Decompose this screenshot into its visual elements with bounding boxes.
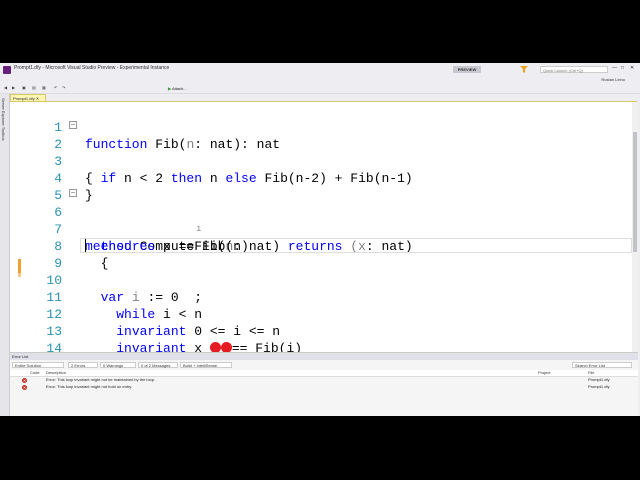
signed-in-user[interactable]: Rustan Leino	[601, 76, 625, 84]
title-bar: Prompt1.dfy - Microsoft Visual Studio Pr…	[0, 63, 640, 76]
column-file[interactable]: File	[588, 370, 594, 376]
code-line: 12 invariant 0 <= i <= n	[10, 289, 632, 339]
messages-filter-button[interactable]: 0 of 2 Messages	[138, 362, 178, 368]
undo-icon[interactable]: ↶	[54, 85, 57, 91]
save-icon[interactable]: ▦	[42, 85, 46, 91]
error-list-title: Error List	[10, 353, 638, 360]
scope-dropdown[interactable]: Entire Solution	[12, 362, 64, 368]
standard-toolbar: ◀ ▶ ▣ ▤ ▦ ↶ ↷ ▶ Attach...	[0, 84, 640, 94]
code-line: 4 }	[10, 153, 632, 203]
preview-badge: PREVIEW	[453, 66, 481, 73]
ide-window: Prompt1.dfy - Microsoft Visual Studio Pr…	[0, 63, 640, 416]
code-line: 3 if n < 2 then n else Fib(n-2) + Fib(n-…	[10, 136, 632, 186]
collapse-icon[interactable]: −	[69, 189, 77, 198]
error-icon: ✕	[22, 378, 27, 383]
error-description: Error: This loop invariant might not be …	[46, 377, 156, 382]
minimize-button[interactable]: —	[612, 65, 617, 71]
quick-launch-input[interactable]: Quick Launch (Ctrl+Q)	[540, 66, 608, 73]
forward-icon[interactable]: ▶	[12, 85, 15, 91]
code-line: 5	[10, 170, 632, 203]
error-list-header: Code Description Project File	[10, 370, 638, 377]
code-line-current[interactable]: 9	[10, 238, 632, 271]
left-tool-strip: Server Explorer Toolbox	[0, 94, 10, 416]
scrollbar-thumb[interactable]	[633, 132, 637, 252]
close-button[interactable]: ✕	[630, 65, 634, 71]
server-explorer-toolbox-tabs[interactable]: Server Explorer Toolbox	[1, 98, 6, 141]
code-line: 1 function Fib(n: nat): nat	[10, 102, 632, 152]
new-project-icon[interactable]: ▣	[22, 85, 26, 91]
notification-flag-icon[interactable]	[520, 66, 528, 73]
current-line-highlight	[80, 238, 632, 253]
open-icon[interactable]: ▤	[32, 85, 36, 91]
window-title: Prompt1.dfy - Microsoft Visual Studio Pr…	[14, 65, 170, 71]
text-caret	[85, 239, 86, 252]
code-line: 7 ensures x == Fib(n)	[10, 204, 632, 254]
back-icon[interactable]: ◀	[4, 85, 7, 91]
code-line: 2 − {	[10, 119, 632, 186]
error-row[interactable]: ✕ Error: This loop invariant might not b…	[10, 377, 638, 383]
code-line: 14 {	[10, 323, 632, 373]
visual-studio-logo-icon	[3, 66, 11, 74]
error-file: Prompt1.dfy	[588, 377, 610, 382]
error-list-panel: Error List Entire Solution 2 Errors 0 Wa…	[10, 352, 638, 416]
code-line: 13 invariant x == Fib(i)	[10, 306, 632, 356]
error-description: Error: This loop invariant might not hol…	[46, 384, 133, 389]
column-description[interactable]: Description	[46, 370, 66, 376]
error-search-input[interactable]: Search Error List	[572, 362, 632, 368]
attach-button[interactable]: ▶ Attach...	[168, 85, 187, 92]
redo-icon[interactable]: ↷	[62, 85, 65, 91]
error-file: Prompt1.dfy	[588, 384, 610, 389]
warnings-filter-button[interactable]: 0 Warnings	[100, 362, 136, 368]
code-line: 8 { ı	[10, 221, 632, 271]
maximize-button[interactable]: □	[621, 65, 624, 71]
start-icon: ▶	[168, 86, 172, 91]
mouse-cursor-icon: ı	[196, 224, 202, 234]
collapse-icon[interactable]: −	[69, 121, 77, 130]
menu-bar: File Edit View Project Build Debug Team …	[0, 76, 640, 90]
column-project[interactable]: Project	[538, 370, 550, 376]
error-row[interactable]: ✕ Error: This loop invariant might not h…	[10, 384, 638, 390]
error-list-toolbar: Entire Solution 2 Errors 0 Warnings 0 of…	[10, 361, 638, 369]
error-icon: ✕	[22, 385, 27, 390]
errors-filter-button[interactable]: 2 Errors	[68, 362, 98, 368]
column-code[interactable]: Code	[30, 370, 40, 376]
build-filter-dropdown[interactable]: Build + IntelliSense	[180, 362, 232, 368]
code-line: 6 − method ComputeFib(n: nat) returns (x…	[10, 187, 632, 254]
code-line: 10 var i := 0 ;	[10, 255, 632, 305]
code-line: 11 while i < n	[10, 272, 632, 322]
